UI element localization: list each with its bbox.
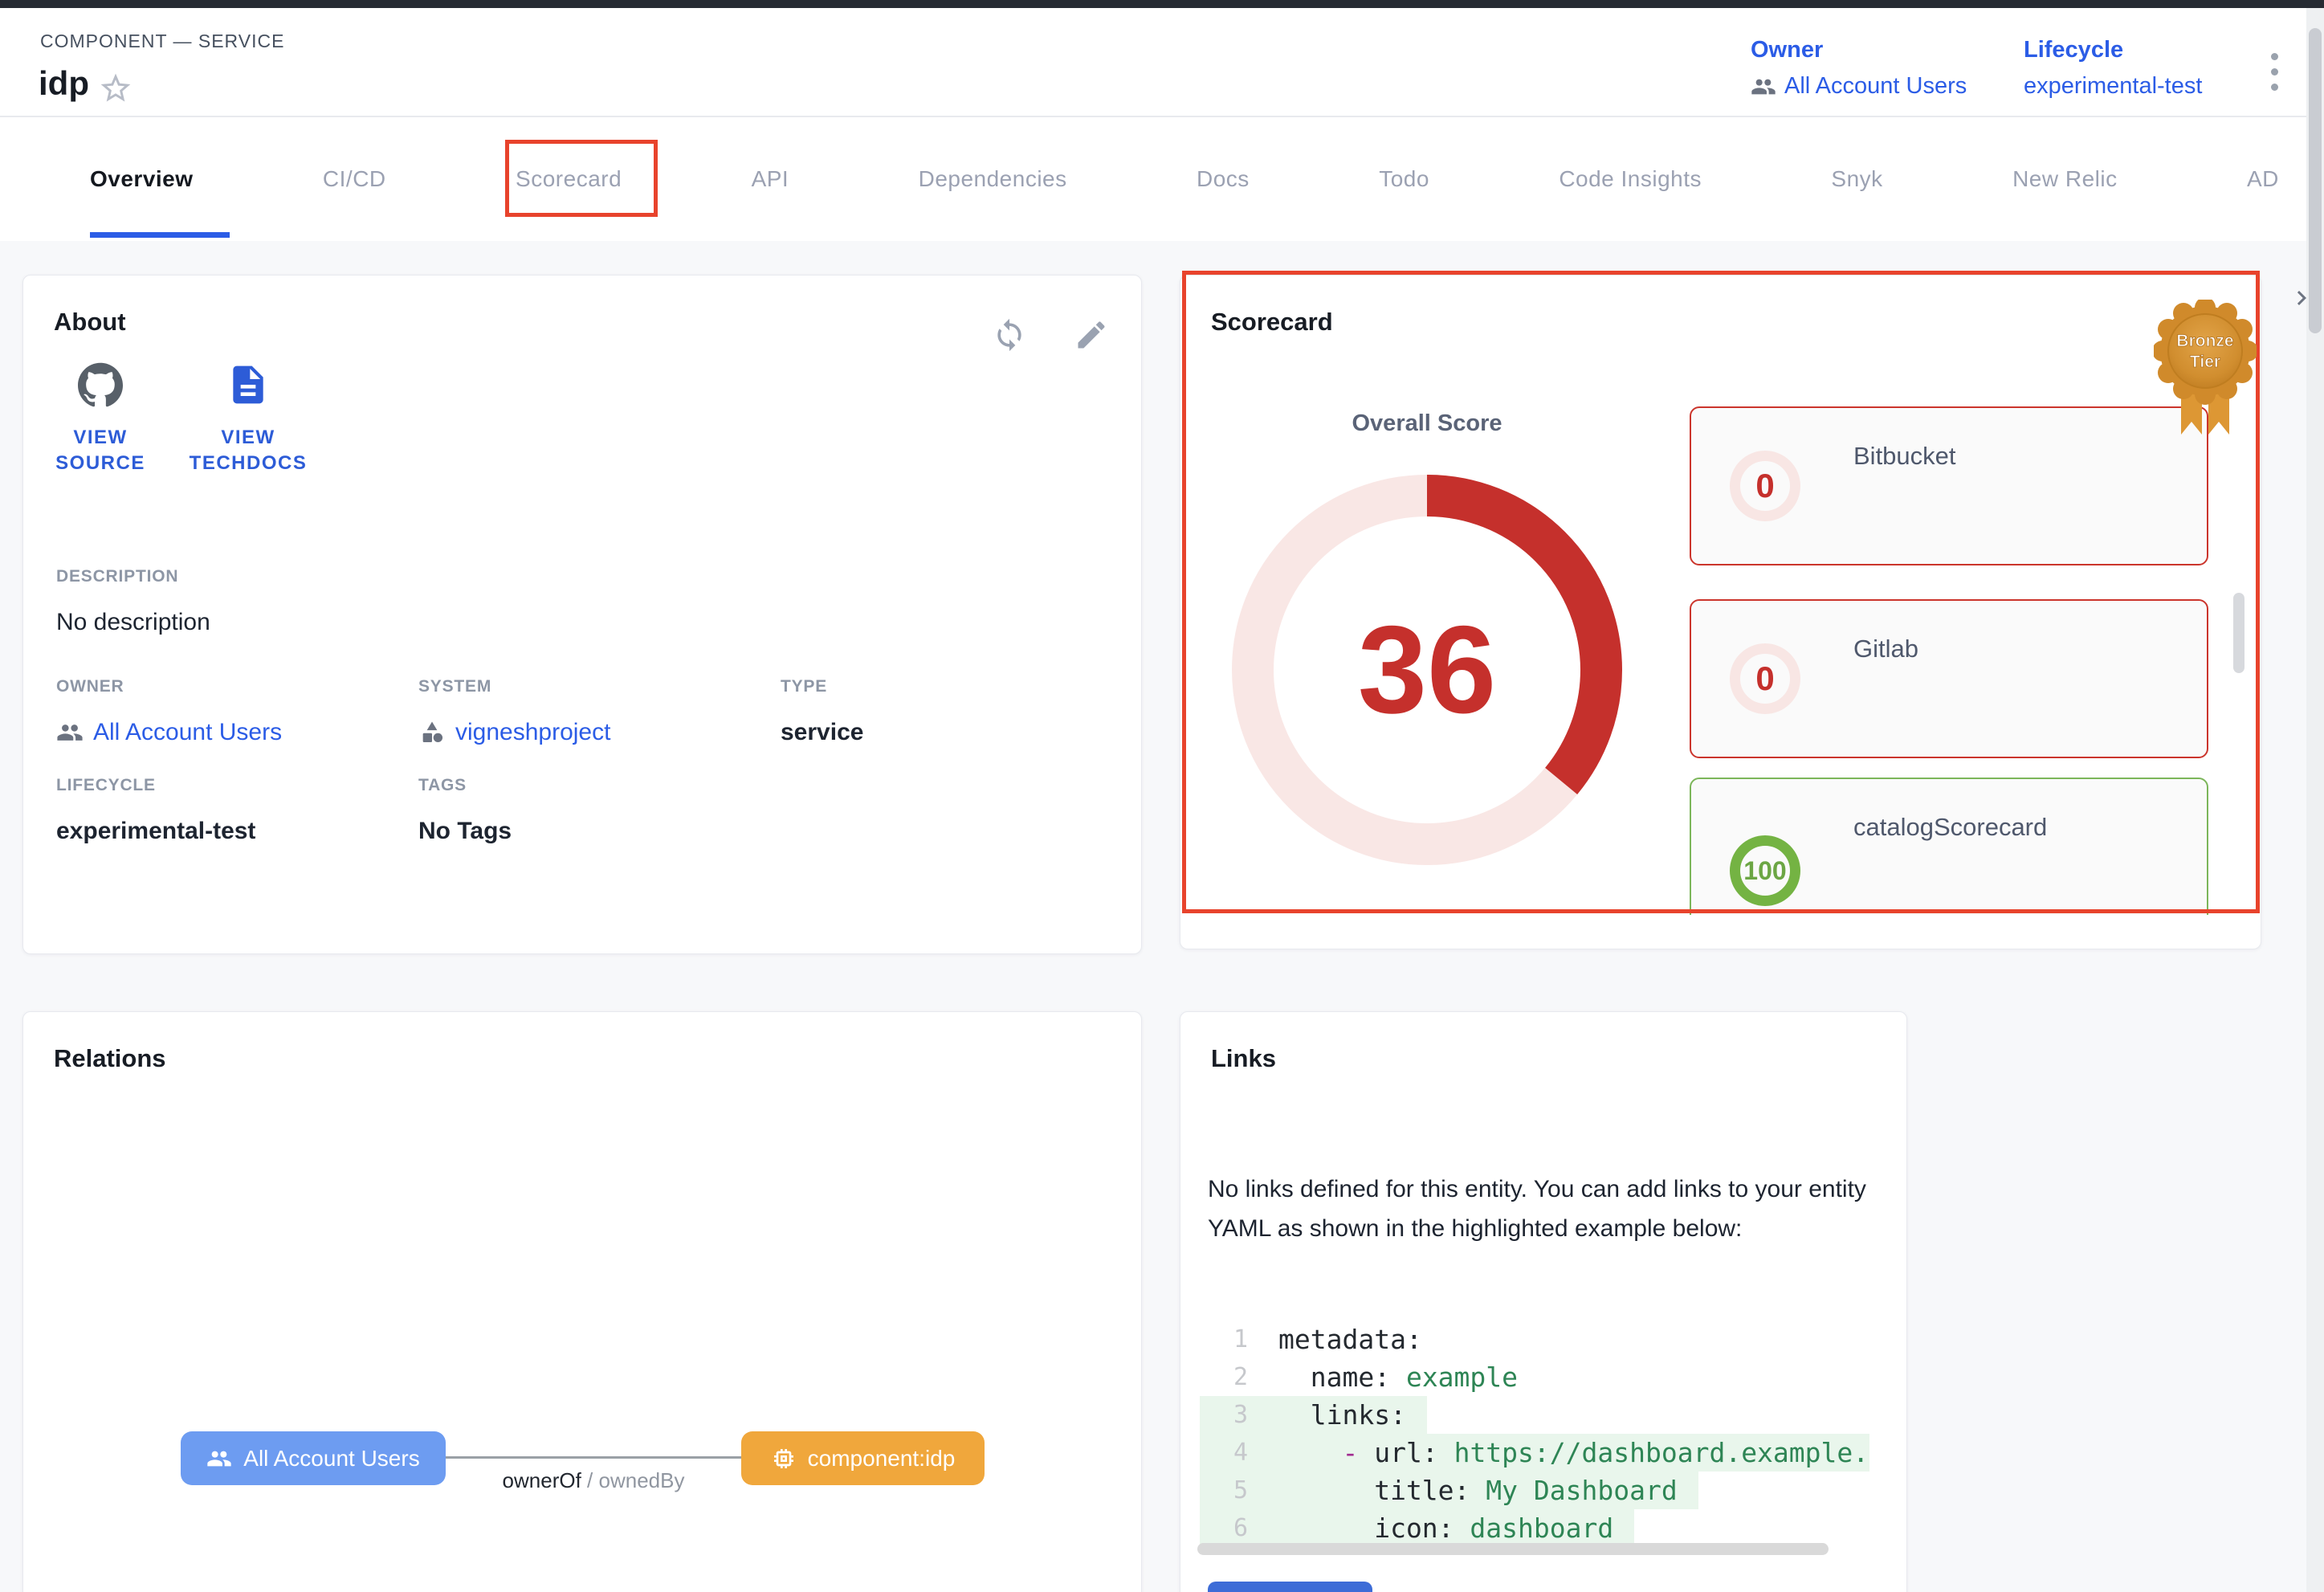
tab-api[interactable]: API bbox=[752, 117, 789, 241]
code-line: 2 name: example bbox=[1200, 1358, 1539, 1396]
partial-button[interactable] bbox=[1208, 1582, 1372, 1592]
more-options-icon[interactable] bbox=[2271, 53, 2279, 99]
scorecard-item-bitbucket[interactable]: 0 Bitbucket bbox=[1690, 406, 2208, 565]
badge-line1: Bronze bbox=[2176, 332, 2233, 350]
header-owner: Owner All Account Users bbox=[1751, 37, 1967, 100]
lifecycle-label: Lifecycle bbox=[2024, 37, 2202, 63]
score-ring: 0 bbox=[1730, 451, 1800, 521]
links-empty-text: No links defined for this entity. You ca… bbox=[1208, 1170, 1889, 1248]
code-line-highlighted: 6 icon: dashboard bbox=[1200, 1509, 1634, 1547]
tab-ci-cd[interactable]: CI/CD bbox=[323, 117, 386, 241]
system-icon bbox=[418, 719, 446, 746]
code-line-highlighted: 5 title: My Dashboard bbox=[1200, 1472, 1698, 1509]
owner-value: All Account Users bbox=[1784, 73, 1967, 100]
tab-snyk[interactable]: Snyk bbox=[1831, 117, 1882, 241]
score-ring: 0 bbox=[1730, 643, 1800, 714]
favorite-star-icon[interactable] bbox=[98, 71, 133, 106]
tabs-container: OverviewCI/CDScorecardAPIDependenciesDoc… bbox=[90, 117, 2279, 241]
github-icon bbox=[78, 362, 123, 407]
people-icon bbox=[1751, 74, 1776, 100]
refresh-icon[interactable] bbox=[992, 317, 1027, 353]
field-lifecycle: LIFECYCLE experimental-test bbox=[56, 776, 255, 845]
links-card: Links No links defined for this entity. … bbox=[1180, 1011, 1907, 1592]
scorecard-item-gitlab[interactable]: 0 Gitlab bbox=[1690, 599, 2208, 758]
relations-card: Relations All Account Users component:id… bbox=[22, 1011, 1142, 1592]
field-system: SYSTEM vigneshproject bbox=[418, 677, 610, 746]
tab-new-relic[interactable]: New Relic bbox=[2012, 117, 2118, 241]
breadcrumb: COMPONENT — SERVICE bbox=[40, 31, 284, 52]
tab-todo[interactable]: Todo bbox=[1379, 117, 1429, 241]
relation-node-component[interactable]: component:idp bbox=[741, 1431, 985, 1485]
code-horizontal-scrollbar[interactable] bbox=[1197, 1543, 1829, 1555]
field-owner: OWNER All Account Users bbox=[56, 677, 282, 746]
tab-dependencies[interactable]: Dependencies bbox=[919, 117, 1067, 241]
page-title: idp bbox=[39, 64, 89, 103]
overall-score-value: 36 bbox=[1230, 473, 1624, 867]
people-icon bbox=[56, 719, 84, 746]
view-source-label: VIEW SOURCE bbox=[40, 425, 161, 476]
tab-ad[interactable]: AD bbox=[2247, 117, 2279, 241]
yaml-code-block: 1metadata: 2 name: example 3 links: 4 - … bbox=[1200, 1321, 1869, 1547]
scorecard-list-scrollbar[interactable] bbox=[2233, 593, 2244, 673]
tab-code-insights[interactable]: Code Insights bbox=[1559, 117, 1702, 241]
about-title: About bbox=[54, 308, 126, 337]
edit-icon[interactable] bbox=[1074, 317, 1109, 353]
view-source-link[interactable]: VIEW SOURCE bbox=[28, 362, 173, 476]
people-icon bbox=[206, 1446, 232, 1472]
owner-label: Owner bbox=[1751, 37, 1967, 63]
header-lifecycle: Lifecycle experimental-test bbox=[2024, 37, 2202, 100]
relation-edge-label: ownerOf / ownedBy bbox=[433, 1468, 754, 1493]
field-tags: TAGS No Tags bbox=[418, 776, 512, 845]
relation-edge-line bbox=[446, 1456, 741, 1459]
chip-icon bbox=[771, 1446, 797, 1472]
top-window-strip bbox=[0, 0, 2324, 8]
overall-score-label: Overall Score bbox=[1230, 410, 1624, 437]
field-type: TYPE service bbox=[781, 677, 863, 746]
entity-tabs-bar: OverviewCI/CDScorecardAPIDependenciesDoc… bbox=[0, 117, 2324, 241]
code-line: 1metadata: bbox=[1200, 1321, 1443, 1358]
scorecard-list: 0 Bitbucket 0 Gitlab 100 catalogScorecar… bbox=[1690, 406, 2208, 915]
overall-score-donut: 36 bbox=[1230, 473, 1624, 867]
view-techdocs-label: VIEW TECHDOCS bbox=[188, 425, 308, 476]
relation-node-owner[interactable]: All Account Users bbox=[181, 1431, 446, 1485]
lifecycle-value: experimental-test bbox=[2024, 73, 2202, 100]
techdocs-icon bbox=[226, 362, 271, 407]
annotation-scorecard-tab-box bbox=[505, 140, 658, 217]
badge-line2: Tier bbox=[2190, 353, 2220, 371]
page-scrollbar-thumb[interactable] bbox=[2309, 28, 2322, 333]
code-line-highlighted: 3 links: bbox=[1200, 1396, 1427, 1434]
bronze-tier-badge: Bronze Tier bbox=[2154, 300, 2257, 441]
field-description: DESCRIPTION No description bbox=[56, 567, 210, 636]
tab-overview[interactable]: Overview bbox=[90, 117, 194, 241]
code-line-highlighted: 4 - url: https://dashboard.example.com bbox=[1200, 1434, 1869, 1472]
owner-link[interactable]: All Account Users bbox=[1751, 73, 1967, 100]
scorecard-item-catalogscorecard[interactable]: 100 catalogScorecard bbox=[1690, 778, 2208, 915]
links-title: Links bbox=[1211, 1044, 1276, 1073]
score-ring: 100 bbox=[1730, 835, 1800, 906]
owner-entity-link[interactable]: All Account Users bbox=[56, 719, 282, 746]
system-entity-link[interactable]: vigneshproject bbox=[418, 719, 610, 746]
relations-title: Relations bbox=[54, 1044, 166, 1073]
scorecard-card: Scorecard Overall Score 36 0 Bitbucket 0… bbox=[1180, 275, 2261, 949]
scorecard-title: Scorecard bbox=[1211, 308, 1333, 337]
tab-docs[interactable]: Docs bbox=[1197, 117, 1250, 241]
about-card: About VIEW SOURCE VIEW TECHDOCS DESCRIPT… bbox=[22, 275, 1142, 954]
view-techdocs-link[interactable]: VIEW TECHDOCS bbox=[176, 362, 320, 476]
entity-header: COMPONENT — SERVICE idp Owner All Accoun… bbox=[0, 8, 2324, 117]
